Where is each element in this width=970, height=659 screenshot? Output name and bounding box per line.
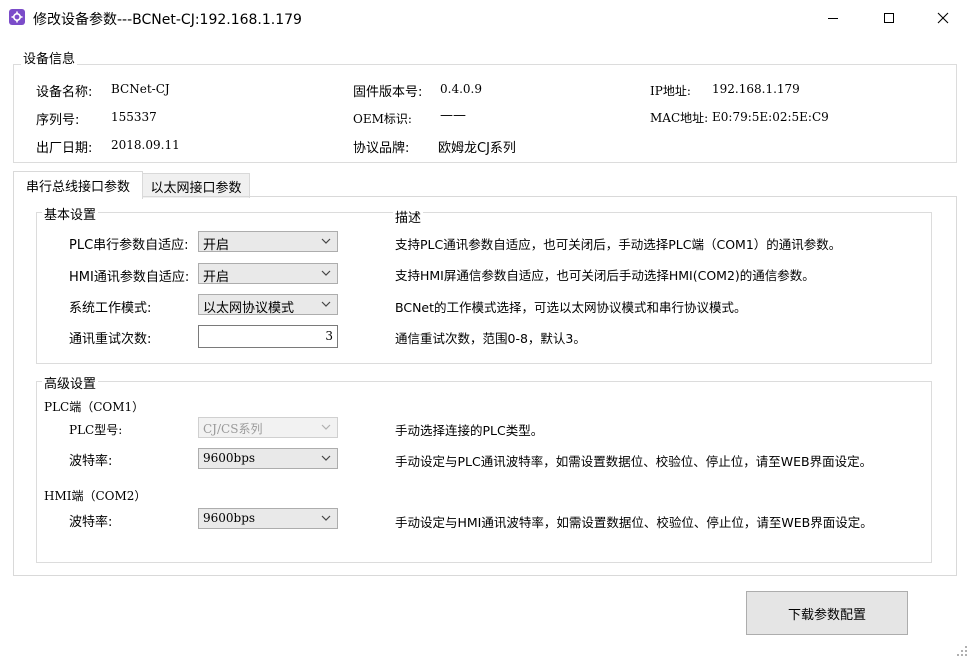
retry-desc: 通信重试次数，范围0-8，默认3。 bbox=[395, 331, 586, 346]
chevron-down-icon bbox=[321, 515, 331, 521]
maximize-button[interactable] bbox=[866, 0, 912, 36]
minimize-icon bbox=[828, 18, 838, 19]
maximize-icon bbox=[884, 13, 894, 23]
chevron-down-icon bbox=[321, 301, 331, 307]
hmi-baud-label: 波特率: bbox=[69, 515, 113, 530]
serial-label: 序列号: bbox=[36, 113, 80, 128]
ip-label: IP地址: bbox=[650, 84, 691, 98]
date-label: 出厂日期: bbox=[36, 141, 93, 156]
hmi-auto-select[interactable]: 开启 bbox=[198, 263, 338, 285]
chevron-down-icon bbox=[321, 424, 331, 430]
retry-label: 通讯重试次数: bbox=[69, 332, 152, 347]
firmware-value: 0.4.0.9 bbox=[440, 82, 482, 96]
chevron-down-icon bbox=[321, 270, 331, 276]
device-name-label: 设备名称: bbox=[36, 85, 93, 100]
basic-settings-legend: 基本设置 bbox=[42, 204, 99, 223]
plc-auto-value: 开启 bbox=[203, 238, 230, 253]
hmi-baud-value: 9600bps bbox=[203, 511, 256, 525]
mac-label: MAC地址: bbox=[650, 111, 709, 125]
download-config-button[interactable]: 下载参数配置 bbox=[746, 591, 908, 635]
plc-baud-select[interactable]: 9600bps bbox=[198, 448, 338, 469]
plc-model-value: CJ/CS系列 bbox=[203, 422, 263, 436]
device-info-legend: 设备信息 bbox=[21, 48, 78, 67]
resize-grip-icon[interactable] bbox=[956, 645, 968, 657]
plc-baud-desc: 手动设定与PLC通讯波特率，如需设置数据位、校验位、停止位，请至WEB界面设定。 bbox=[395, 454, 873, 469]
firmware-label: 固件版本号: bbox=[353, 85, 423, 100]
plc-baud-value: 9600bps bbox=[203, 451, 256, 465]
retry-count-input[interactable]: 3 bbox=[198, 325, 338, 348]
hmi-baud-select[interactable]: 9600bps bbox=[198, 508, 338, 529]
retry-count-value: 3 bbox=[325, 329, 333, 343]
plc-model-label: PLC型号: bbox=[69, 423, 123, 437]
plc-model-select[interactable]: CJ/CS系列 bbox=[198, 417, 338, 438]
chevron-down-icon bbox=[321, 238, 331, 244]
plc-auto-label: PLC串行参数自适应: bbox=[69, 238, 189, 253]
plc-auto-desc: 支持PLC通讯参数自适应，也可关闭后，手动选择PLC端（COM1）的通讯参数。 bbox=[395, 237, 842, 252]
oem-value: —— bbox=[440, 108, 466, 123]
close-icon bbox=[937, 12, 949, 24]
plc-baud-label: 波特率: bbox=[69, 454, 113, 469]
mode-label: 系统工作模式: bbox=[69, 301, 152, 316]
work-mode-select[interactable]: 以太网协议模式 bbox=[198, 294, 338, 316]
mode-desc: BCNet的工作模式选择，可选以太网协议模式和串行协议模式。 bbox=[395, 300, 747, 315]
app-icon bbox=[9, 9, 25, 25]
advanced-settings-group bbox=[36, 381, 932, 563]
plc-auto-select[interactable]: 开启 bbox=[198, 231, 338, 253]
hmi-auto-label: HMI通讯参数自适应: bbox=[69, 270, 190, 285]
close-button[interactable] bbox=[920, 0, 966, 36]
oem-label: OEM标识: bbox=[353, 112, 412, 126]
hmi-auto-value: 开启 bbox=[203, 270, 230, 285]
description-title: 描述 bbox=[393, 207, 424, 226]
date-value: 2018.09.11 bbox=[111, 138, 180, 152]
chevron-down-icon bbox=[321, 455, 331, 461]
device-name-value: BCNet-CJ bbox=[111, 82, 170, 96]
work-mode-value: 以太网协议模式 bbox=[203, 301, 295, 316]
ip-value: 192.168.1.179 bbox=[712, 82, 800, 96]
advanced-settings-legend: 高级设置 bbox=[42, 373, 99, 392]
protocol-value: 欧姆龙CJ系列 bbox=[438, 141, 516, 156]
tab-ethernet[interactable]: 以太网接口参数 bbox=[142, 173, 250, 198]
tab-serial-bus[interactable]: 串行总线接口参数 bbox=[13, 171, 143, 199]
minimize-button[interactable] bbox=[810, 0, 856, 36]
hmi-section-label: HMI端（COM2） bbox=[44, 489, 147, 503]
protocol-label: 协议品牌: bbox=[353, 141, 410, 156]
plc-section-label: PLC端（COM1） bbox=[44, 400, 145, 414]
plc-model-desc: 手动选择连接的PLC类型。 bbox=[395, 423, 544, 438]
mac-value: E0:79:5E:02:5E:C9 bbox=[712, 110, 829, 124]
hmi-auto-desc: 支持HMI屏通信参数自适应，也可关闭后手动选择HMI(COM2)的通信参数。 bbox=[395, 268, 815, 283]
hmi-baud-desc: 手动设定与HMI通讯波特率，如需设置数据位、校验位、停止位，请至WEB界面设定。 bbox=[395, 515, 873, 530]
window-title: 修改设备参数---BCNet-CJ:192.168.1.179 bbox=[33, 12, 302, 28]
serial-value: 155337 bbox=[111, 110, 157, 124]
